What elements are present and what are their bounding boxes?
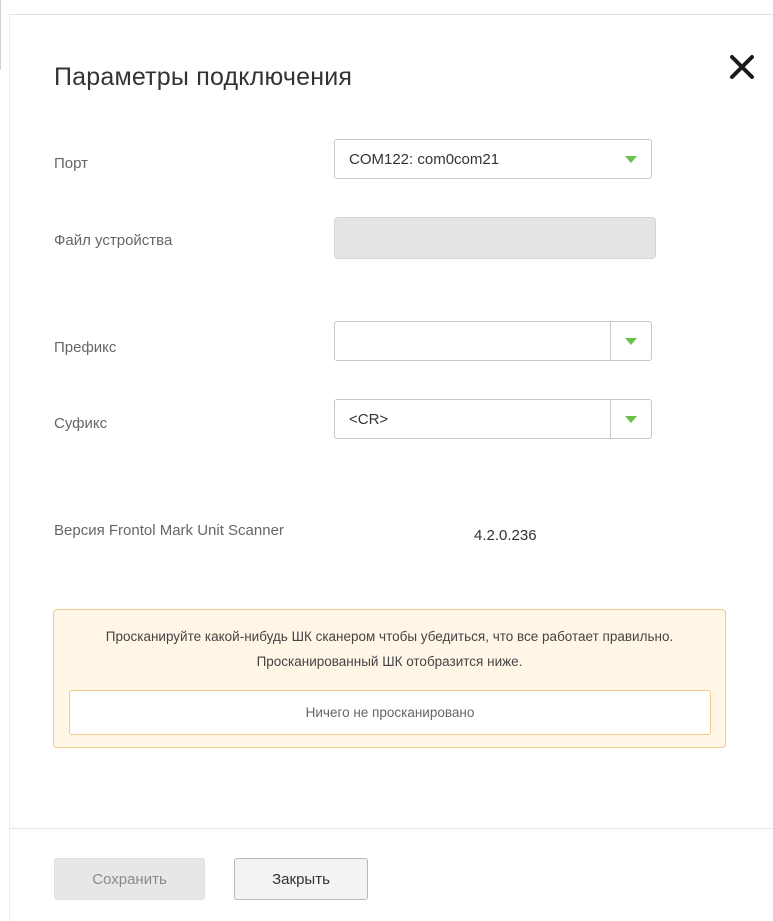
device-file-label: Файл устройства: [54, 232, 173, 249]
device-file-field: [334, 217, 656, 259]
scan-instructions: Просканируйте какой-нибудь ШК сканером ч…: [105, 629, 674, 669]
chevron-down-icon[interactable]: [611, 140, 651, 178]
connection-settings-dialog: Параметры подключения Порт COM122: com0c…: [9, 14, 773, 921]
suffix-label: Суфикс: [54, 415, 108, 432]
port-select[interactable]: COM122: com0com21: [334, 139, 652, 179]
close-icon-glyph: [730, 55, 754, 79]
chevron-down-icon[interactable]: [610, 322, 651, 360]
prefix-select[interactable]: [334, 321, 652, 361]
prefix-label: Префикс: [54, 339, 117, 356]
close-button[interactable]: Закрыть: [234, 858, 368, 900]
close-icon[interactable]: [722, 47, 762, 87]
port-label: Порт: [54, 155, 89, 172]
port-value: COM122: com0com21: [349, 150, 500, 168]
scan-result-field: Ничего не просканировано: [69, 690, 711, 735]
suffix-value[interactable]: <CR>: [335, 411, 610, 428]
footer-divider: [10, 828, 773, 829]
version-value: 4.2.0.236: [474, 527, 537, 544]
version-label: Версия Frontol Mark Unit Scanner: [54, 522, 284, 539]
scan-notice: Просканируйте какой-нибудь ШК сканером ч…: [53, 609, 726, 748]
chevron-down-icon[interactable]: [610, 400, 651, 438]
dialog-title: Параметры подключения: [54, 63, 353, 91]
save-button[interactable]: Сохранить: [54, 858, 205, 900]
suffix-select[interactable]: <CR>: [334, 399, 652, 439]
backdrop-edge: [0, 0, 1, 70]
